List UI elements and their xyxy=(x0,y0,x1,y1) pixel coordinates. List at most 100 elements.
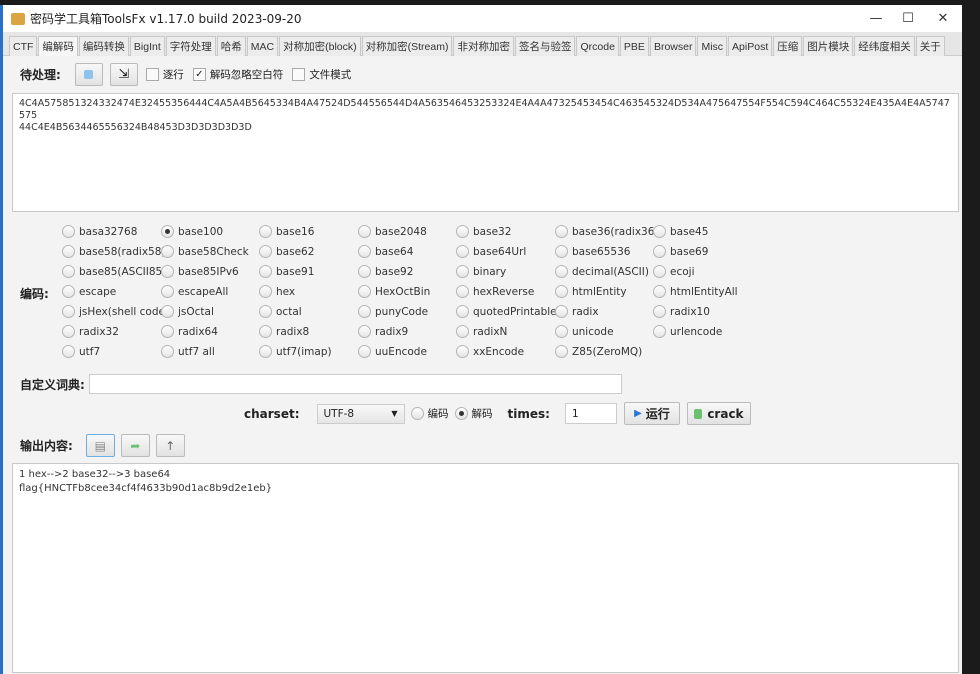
tab-14[interactable]: Misc xyxy=(697,36,728,56)
encoding-option[interactable]: binary xyxy=(456,265,506,278)
encoding-option[interactable]: base92 xyxy=(358,265,413,278)
radio-button[interactable] xyxy=(358,345,371,358)
tab-4[interactable]: 字符处理 xyxy=(165,36,216,56)
tab-11[interactable]: Qrcode xyxy=(576,36,619,56)
checkbox-1[interactable]: ✓ xyxy=(192,68,206,81)
tab-10[interactable]: 签名与验签 xyxy=(514,36,576,56)
radio-button[interactable] xyxy=(555,345,568,358)
radio-button[interactable] xyxy=(555,305,568,318)
move-up-button[interactable]: ↑ xyxy=(155,434,185,457)
radio-button[interactable] xyxy=(358,305,371,318)
encoding-option[interactable]: base16 xyxy=(259,225,314,238)
radio-button[interactable] xyxy=(161,225,174,238)
radio-button[interactable] xyxy=(161,245,174,258)
radio-button[interactable] xyxy=(358,245,371,258)
radio-button[interactable] xyxy=(456,245,469,258)
tab-3[interactable]: BigInt xyxy=(129,36,165,56)
encoding-option[interactable]: Z85(ZeroMQ) xyxy=(555,345,642,358)
encoding-option[interactable]: base45 xyxy=(653,225,708,238)
encoding-option[interactable]: base32 xyxy=(456,225,511,238)
checkbox-0[interactable] xyxy=(145,68,159,81)
radio-button[interactable] xyxy=(259,345,272,358)
encoding-option[interactable]: base64 xyxy=(358,245,413,258)
encoding-option[interactable]: urlencode xyxy=(653,325,722,338)
tab-16[interactable]: 压缩 xyxy=(773,36,803,56)
radio-button[interactable] xyxy=(62,285,75,298)
radio-button[interactable] xyxy=(259,225,272,238)
radio-button[interactable] xyxy=(161,325,174,338)
radio-button[interactable] xyxy=(555,325,568,338)
encoding-option[interactable]: base64Url xyxy=(456,245,526,258)
encoding-option[interactable]: radix32 xyxy=(62,325,119,338)
radio-button[interactable] xyxy=(555,285,568,298)
output-textarea[interactable]: 1 hex-->2 base32-->3 base64 flag{HNCTFb8… xyxy=(12,463,959,673)
radio-button[interactable] xyxy=(161,305,174,318)
radio-button[interactable] xyxy=(456,265,469,278)
radio-button[interactable] xyxy=(456,305,469,318)
encoding-option[interactable]: xxEncode xyxy=(456,345,524,358)
minimize-button[interactable]: — xyxy=(858,5,894,32)
radio-button[interactable] xyxy=(653,265,666,278)
encoding-option[interactable]: punyCode xyxy=(358,305,428,318)
decode-radio[interactable] xyxy=(454,407,468,420)
checkbox-2[interactable] xyxy=(292,68,306,81)
radio-button[interactable] xyxy=(456,225,469,238)
radio-button[interactable] xyxy=(358,285,371,298)
encoding-option[interactable]: unicode xyxy=(555,325,614,338)
encoding-option[interactable]: htmlEntityAll xyxy=(653,285,738,298)
tab-0[interactable]: CTF xyxy=(9,36,38,56)
radio-button[interactable] xyxy=(161,345,174,358)
encoding-option[interactable]: base91 xyxy=(259,265,314,278)
encoding-option[interactable]: HexOctBin xyxy=(358,285,430,298)
tab-5[interactable]: 哈希 xyxy=(216,36,246,56)
radio-button[interactable] xyxy=(161,265,174,278)
close-button[interactable]: ✕ xyxy=(925,5,961,32)
radio-button[interactable] xyxy=(456,285,469,298)
encoding-option[interactable]: base2048 xyxy=(358,225,427,238)
encoding-option[interactable]: base58Check xyxy=(161,245,249,258)
radio-button[interactable] xyxy=(358,265,371,278)
radio-button[interactable] xyxy=(259,265,272,278)
tab-17[interactable]: 图片模块 xyxy=(803,36,854,56)
encoding-option[interactable]: radix64 xyxy=(161,325,218,338)
encoding-option[interactable]: utf7 xyxy=(62,345,100,358)
encoding-option[interactable]: escapeAll xyxy=(161,285,228,298)
crack-button[interactable]: crack xyxy=(686,402,751,425)
encoding-option[interactable]: radix10 xyxy=(653,305,710,318)
radio-button[interactable] xyxy=(358,225,371,238)
radio-button[interactable] xyxy=(456,345,469,358)
radio-button[interactable] xyxy=(555,225,568,238)
radio-button[interactable] xyxy=(456,325,469,338)
encoding-option[interactable]: quotedPrintable xyxy=(456,305,557,318)
charset-select[interactable]: UTF-8 ▼ xyxy=(316,403,405,424)
radio-button[interactable] xyxy=(259,245,272,258)
times-input[interactable]: 1 xyxy=(564,403,617,424)
encoding-option[interactable]: hexReverse xyxy=(456,285,534,298)
forward-button[interactable]: ➦ xyxy=(120,434,150,457)
encoding-option[interactable]: base69 xyxy=(653,245,708,258)
radio-button[interactable] xyxy=(555,245,568,258)
encoding-option[interactable]: base85(ASCII85) xyxy=(62,265,166,278)
encoding-option[interactable]: radix9 xyxy=(358,325,408,338)
radio-button[interactable] xyxy=(653,225,666,238)
tab-7[interactable]: 对称加密(block) xyxy=(279,36,361,56)
tab-8[interactable]: 对称加密(Stream) xyxy=(361,36,453,56)
encoding-option[interactable]: uuEncode xyxy=(358,345,427,358)
encoding-option[interactable]: base85IPv6 xyxy=(161,265,239,278)
radio-button[interactable] xyxy=(62,265,75,278)
tab-12[interactable]: PBE xyxy=(619,36,649,56)
radio-button[interactable] xyxy=(62,305,75,318)
encoding-option[interactable]: radix8 xyxy=(259,325,309,338)
radio-button[interactable] xyxy=(358,325,371,338)
radio-button[interactable] xyxy=(259,305,272,318)
encoding-option[interactable]: base62 xyxy=(259,245,314,258)
encoding-option[interactable]: base36(radix36) xyxy=(555,225,659,238)
input-textarea[interactable]: 4C4A575851324332474E32455356444C4A5A4B56… xyxy=(12,93,959,212)
import-button[interactable]: ⇲ xyxy=(109,63,138,86)
encoding-option[interactable]: base58(radix58) xyxy=(62,245,166,258)
encoding-option[interactable]: ecoji xyxy=(653,265,695,278)
radio-button[interactable] xyxy=(653,285,666,298)
radio-button[interactable] xyxy=(653,245,666,258)
encoding-option[interactable]: decimal(ASCII) xyxy=(555,265,649,278)
encoding-option[interactable]: base100 xyxy=(161,225,223,238)
